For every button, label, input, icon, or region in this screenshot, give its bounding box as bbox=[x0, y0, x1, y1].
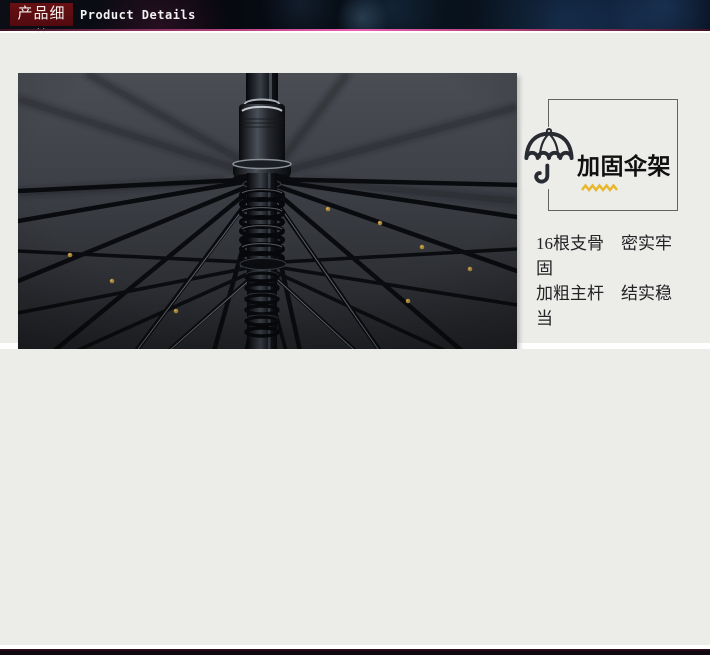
header-divider-line bbox=[0, 29, 710, 31]
product-details-page: 产品细节 Product Details bbox=[0, 0, 710, 655]
section-header-banner: 产品细节 Product Details bbox=[0, 0, 710, 29]
header-cn-label: 产品细节 bbox=[10, 3, 73, 26]
desc-line: 加粗主杆 结实稳当 bbox=[536, 281, 678, 331]
section-reinforced-frame: 加固伞架 16根支骨 密实牢固 加粗主杆 结实稳当 bbox=[0, 33, 710, 343]
feature-desc-frame: 16根支骨 密实牢固 加粗主杆 结实稳当 bbox=[536, 231, 678, 331]
umbrella-frame-photo bbox=[18, 73, 517, 351]
feature-title-frame: 加固伞架 bbox=[577, 153, 671, 179]
desc-line: 16根支骨 密实牢固 bbox=[536, 231, 678, 281]
section-fiber-ribs: 纤维支骨 轻盈柔韧 降低伞重 抗风抗压 不易弯折 bbox=[0, 349, 710, 645]
header-en-label: Product Details bbox=[80, 0, 196, 29]
umbrella-icon bbox=[522, 127, 576, 189]
next-section-edge bbox=[0, 649, 710, 655]
gold-zigzag-ornament bbox=[581, 183, 619, 192]
